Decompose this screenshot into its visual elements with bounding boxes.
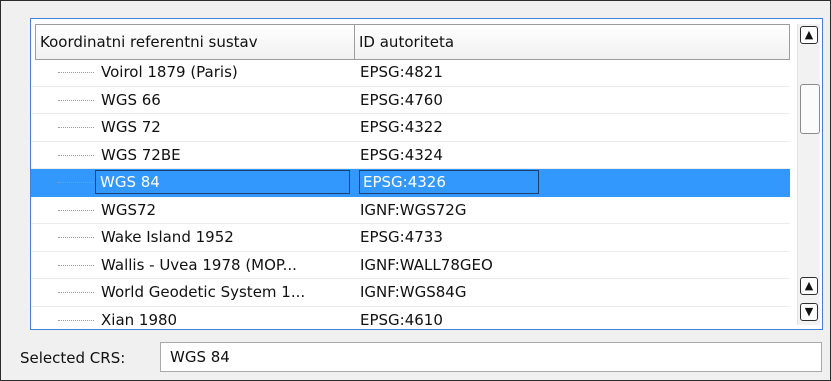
tree-branch	[58, 182, 94, 184]
authority-id: EPSG:4733	[360, 228, 443, 247]
table-row[interactable]: Wallis - Uvea 1978 (MOP... IGNF:WALL78GE…	[31, 252, 790, 279]
table-row[interactable]: Xian 1980 EPSG:4610	[31, 307, 790, 327]
crs-name: World Geodetic System 1...	[101, 283, 306, 302]
authority-id: EPSG:4760	[360, 90, 443, 109]
authority-id: EPSG:4322	[360, 118, 443, 137]
tree-branch	[58, 319, 94, 322]
crs-name: Wake Island 1952	[101, 228, 234, 247]
crs-name: WGS 72	[101, 118, 161, 137]
tree-branch	[58, 237, 94, 239]
authority-id: IGNF:WALL78GEO	[360, 255, 493, 274]
table-row[interactable]: WGS 66 EPSG:4760	[31, 87, 790, 114]
tree-branch	[58, 209, 94, 212]
authority-id: EPSG:4610	[360, 310, 443, 327]
tree-branch	[58, 154, 94, 157]
authority-id: EPSG:4324	[360, 145, 443, 164]
tree-branch	[58, 292, 94, 294]
scrollbar-thumb[interactable]	[800, 84, 820, 134]
scroll-down-icon[interactable]: ▼	[800, 303, 818, 321]
selected-crs-field[interactable]: WGS 84	[160, 342, 822, 372]
tree-branch	[58, 72, 94, 74]
authority-id: IGNF:WGS72G	[360, 200, 467, 219]
crs-name: WGS 84	[95, 170, 350, 195]
tree-branch	[58, 127, 94, 129]
crs-name: WGS 66	[101, 90, 161, 109]
table-row[interactable]: WGS72 IGNF:WGS72G	[31, 197, 790, 224]
crs-name: Xian 1980	[101, 310, 178, 327]
crs-name: WGS 72BE	[101, 145, 181, 164]
table-row[interactable]: WGS 72BE EPSG:4324	[31, 142, 790, 169]
authority-id: IGNF:WGS84G	[360, 283, 467, 302]
crs-tree-view[interactable]: Koordinatni referentni sustav ID autorit…	[30, 18, 823, 330]
authority-id: EPSG:4821	[360, 63, 443, 82]
column-header-crs[interactable]: Koordinatni referentni sustav	[36, 25, 355, 59]
table-header: Koordinatni referentni sustav ID autorit…	[35, 24, 790, 60]
vertical-scrollbar[interactable]: ▲ ▲ ▼	[797, 24, 820, 325]
crs-name: WGS72	[101, 200, 157, 219]
table-row-selected[interactable]: WGS 84 EPSG:4326	[31, 169, 790, 197]
tree-branch	[58, 99, 94, 102]
crs-name: Voirol 1879 (Paris)	[101, 63, 238, 82]
selected-crs-row: Selected CRS: WGS 84	[20, 342, 822, 374]
scroll-up-icon[interactable]: ▲	[800, 26, 818, 44]
scroll-up-icon[interactable]: ▲	[800, 277, 818, 295]
crs-selector-panel: Koordinatni referentni sustav ID autorit…	[0, 0, 831, 381]
table-row[interactable]: World Geodetic System 1... IGNF:WGS84G	[31, 279, 790, 307]
authority-id: EPSG:4326	[359, 170, 539, 195]
table-row[interactable]: Wake Island 1952 EPSG:4733	[31, 224, 790, 252]
selected-crs-label: Selected CRS:	[20, 349, 126, 367]
table-row[interactable]: WGS 72 EPSG:4322	[31, 114, 790, 142]
column-header-authority-id[interactable]: ID autoriteta	[355, 25, 789, 59]
crs-list: Voirol 1879 (Paris) EPSG:4821 WGS 66 EPS…	[31, 59, 790, 327]
table-row[interactable]: Voirol 1879 (Paris) EPSG:4821	[31, 59, 790, 87]
tree-branch	[58, 264, 94, 267]
crs-name: Wallis - Uvea 1978 (MOP...	[101, 255, 297, 274]
